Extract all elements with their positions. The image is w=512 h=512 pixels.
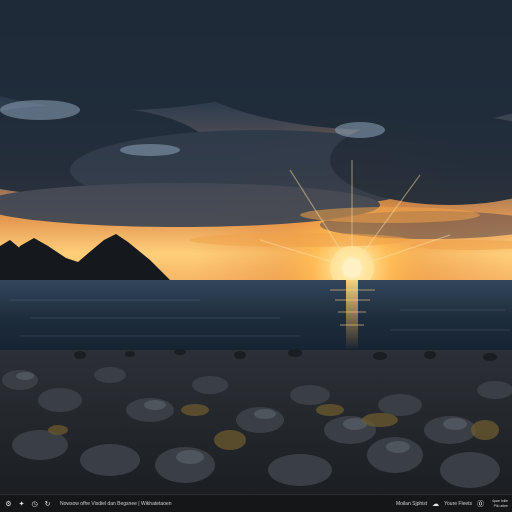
status-right[interactable]: Youre Fleets (444, 501, 472, 507)
taskbar: ⚙ ✦ ◷ ↻ Nowsow ofhe Visdiel dan Begsnee … (0, 494, 512, 512)
settings-icon[interactable]: ⚙ (4, 499, 13, 508)
language-icon[interactable]: ⓪ (476, 499, 485, 508)
clock-bottom: Pilo atiee (493, 503, 508, 508)
status-left[interactable]: Moilan Sjphist (396, 501, 427, 507)
refresh-icon[interactable]: ↻ (43, 499, 52, 508)
clock[interactable]: 4pae foiile Pilo atiee (492, 499, 508, 508)
window-title[interactable]: Nowsow ofhe Visdiel dan Begsnee | Wikhat… (60, 501, 172, 507)
weather-icon[interactable]: ☁ (431, 499, 440, 508)
sunset-seascape-image (0, 0, 512, 494)
lightbulb-icon[interactable]: ✦ (17, 499, 26, 508)
clock-icon[interactable]: ◷ (30, 499, 39, 508)
